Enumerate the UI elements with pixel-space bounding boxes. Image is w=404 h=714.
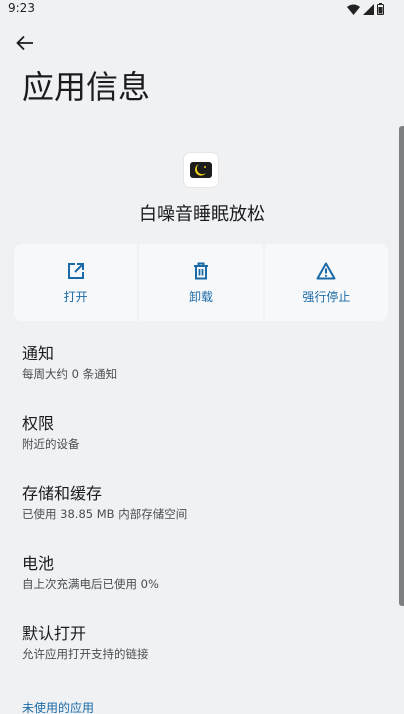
scrollbar[interactable] bbox=[399, 126, 404, 606]
item-subtitle: 自上次充满电后已使用 0% bbox=[22, 577, 159, 591]
item-subtitle: 允许应用打开支持的链接 bbox=[22, 647, 149, 661]
status-icons bbox=[347, 3, 384, 15]
action-row: 打开 卸载 强行停止 bbox=[14, 244, 388, 321]
warning-icon bbox=[316, 260, 336, 282]
force-stop-label: 强行停止 bbox=[302, 290, 351, 304]
trash-icon bbox=[193, 260, 209, 282]
open-label: 打开 bbox=[63, 290, 88, 304]
moon-app-icon bbox=[184, 153, 218, 187]
status-time: 9:23 bbox=[8, 1, 35, 15]
list-item-open-by-default[interactable]: 默认打开 允许应用打开支持的链接 bbox=[22, 622, 382, 692]
app-info-screen: 9:23 应用信息 白噪音睡眠放松 打开 卸载 强行停止 通知 每周大约 0 条… bbox=[0, 0, 404, 714]
list-item-permissions[interactable]: 权限 附近的设备 bbox=[22, 412, 382, 482]
settings-list: 通知 每周大约 0 条通知 权限 附近的设备 存储和缓存 已使用 38.85 M… bbox=[22, 342, 382, 692]
uninstall-label: 卸载 bbox=[188, 290, 213, 304]
item-subtitle: 已使用 38.85 MB 内部存储空间 bbox=[22, 507, 188, 521]
signal-icon bbox=[363, 3, 374, 15]
item-title: 通知 bbox=[22, 344, 55, 363]
open-external-icon bbox=[67, 260, 85, 282]
uninstall-button[interactable]: 卸载 bbox=[139, 244, 263, 321]
item-title: 存储和缓存 bbox=[22, 484, 103, 503]
status-bar: 9:23 bbox=[0, 0, 404, 20]
page-title: 应用信息 bbox=[22, 68, 151, 106]
item-title: 默认打开 bbox=[22, 624, 87, 643]
arrow-left-icon bbox=[16, 35, 34, 55]
item-subtitle: 每周大约 0 条通知 bbox=[22, 367, 118, 381]
list-item-battery[interactable]: 电池 自上次充满电后已使用 0% bbox=[22, 552, 382, 622]
battery-icon bbox=[377, 3, 384, 15]
force-stop-button[interactable]: 强行停止 bbox=[264, 244, 388, 321]
item-title: 权限 bbox=[22, 414, 55, 433]
back-button[interactable] bbox=[12, 34, 38, 56]
open-button[interactable]: 打开 bbox=[14, 244, 138, 321]
list-item-notifications[interactable]: 通知 每周大约 0 条通知 bbox=[22, 342, 382, 412]
item-subtitle: 附近的设备 bbox=[22, 437, 80, 451]
unused-apps-section-header: 未使用的应用 bbox=[22, 701, 95, 714]
list-item-storage[interactable]: 存储和缓存 已使用 38.85 MB 内部存储空间 bbox=[22, 482, 382, 552]
wifi-icon bbox=[347, 4, 360, 15]
item-title: 电池 bbox=[22, 554, 55, 573]
app-name: 白噪音睡眠放松 bbox=[139, 204, 265, 225]
